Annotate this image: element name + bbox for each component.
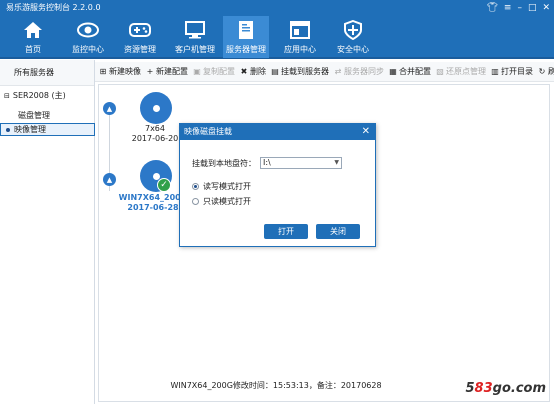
window-titlebar: 易乐游服务控制台 2.2.0.0 👕︎ ≡ – □ ✕ <box>0 0 554 16</box>
sidebar-item-image[interactable]: 映像管理 <box>6 124 46 135</box>
new-config-button[interactable]: + 新建配置 <box>146 66 188 77</box>
check-icon: ✓ <box>157 178 171 192</box>
close-icon[interactable]: ✕ <box>362 124 370 140</box>
refresh-button[interactable]: ↻刷新 <box>538 66 554 77</box>
nav-resources[interactable]: 资源管理 <box>117 16 163 58</box>
plus-icon: + <box>146 66 154 76</box>
delete-button[interactable]: ✖ 删除 <box>240 66 266 77</box>
nav-app-center[interactable]: 应用中心 <box>277 16 323 58</box>
nav-clients[interactable]: 客户机管理 <box>170 16 220 58</box>
image-toolbar: ⊞ 新建映像 + 新建配置 ▣ 复制配置 ✖ 删除 ▤ 挂载到服务器 ⇄ 服务器同步 ▦ 合并… <box>95 62 554 82</box>
sidebar-all-servers[interactable]: 所有服务器 <box>0 60 94 86</box>
mount-disk-dialog: 映像磁盘挂载 ✕ 挂载到本地盘符： I:\ ▼ 读写模式打开 只读模式打开 打开… <box>179 123 376 247</box>
shield-icon <box>342 20 364 40</box>
merge-icon: ▦ <box>389 66 397 76</box>
new-image-button[interactable]: ⊞ 新建映像 <box>99 66 141 77</box>
folder-icon: ▥ <box>491 66 499 76</box>
chevron-down-icon: ▼ <box>334 159 339 166</box>
close-icon[interactable]: ✕ <box>542 0 550 16</box>
eye-icon <box>77 20 99 40</box>
option-read-write[interactable]: 读写模式打开 <box>192 181 251 192</box>
nav-monitor-label: 监控中心 <box>72 45 104 54</box>
server-sidebar: 所有服务器 ⊟ SER2008 (主) 磁盘管理 映像管理 <box>0 60 95 404</box>
collapse-up-icon[interactable]: ▲ <box>103 102 116 115</box>
drive-letter-row: 挂载到本地盘符： I:\ ▼ <box>192 157 342 169</box>
bullet-icon <box>6 127 10 132</box>
sidebar-item-disk[interactable]: 磁盘管理 <box>18 110 50 121</box>
delete-icon: ✖ <box>240 66 248 76</box>
nav-app-center-label: 应用中心 <box>284 45 316 54</box>
window-controls: 👕︎ ≡ – □ ✕ <box>486 0 550 16</box>
nav-home[interactable]: 首页 <box>10 16 56 58</box>
restore-point-button[interactable]: ▧ 还原点管理 <box>436 66 486 77</box>
sidebar-item-image-label: 映像管理 <box>14 125 46 134</box>
mount-icon: ▤ <box>271 66 279 76</box>
disc-icon[interactable] <box>140 92 172 124</box>
collapse-up-icon[interactable]: ▲ <box>103 173 116 186</box>
nav-monitor[interactable]: 监控中心 <box>65 16 111 58</box>
refresh-icon: ↻ <box>538 66 546 76</box>
merge-config-button[interactable]: ▦ 合并配置 <box>389 66 431 77</box>
status-bar: WIN7X64_200G修改时间：15:53:13，备注：20170628 <box>170 381 382 390</box>
close-button[interactable]: 关闭 <box>316 224 360 239</box>
server-doc-icon <box>235 20 257 40</box>
open-dir-button[interactable]: ▥ 打开目录 <box>491 66 533 77</box>
app-title: 易乐游服务控制台 2.2.0.0 <box>6 3 101 12</box>
nav-server-management[interactable]: 服务器管理 <box>223 16 269 58</box>
home-icon <box>22 20 44 40</box>
nav-security-label: 安全中心 <box>337 45 369 54</box>
option-read-only[interactable]: 只读模式打开 <box>192 196 251 207</box>
nav-home-label: 首页 <box>25 45 41 54</box>
nav-security[interactable]: 安全中心 <box>330 16 376 58</box>
option-read-only-label: 只读模式打开 <box>203 197 251 206</box>
maximize-icon[interactable]: □ <box>528 0 537 16</box>
top-navigation: 首页 监控中心 资源管理 客户机管理 服务器管理 应用中心 安全中心 <box>0 16 554 59</box>
nav-clients-label: 客户机管理 <box>175 45 215 54</box>
drive-value: I:\ <box>263 158 271 167</box>
sync-icon: ⇄ <box>334 66 342 76</box>
image-name: WIN7X64_200G <box>118 193 188 202</box>
nav-server-management-label: 服务器管理 <box>226 45 266 54</box>
open-button[interactable]: 打开 <box>264 224 308 239</box>
image-date: 2017-06-28 <box>127 203 179 212</box>
collapse-icon[interactable]: ⊟ <box>4 92 10 100</box>
image-item-2[interactable]: WIN7X64_200G 2017-06-28 <box>118 193 188 213</box>
server-name: SER2008 (主) <box>12 91 66 100</box>
menu-icon[interactable]: ≡ <box>504 0 512 16</box>
radio-read-write[interactable] <box>192 183 199 190</box>
copy-icon: ▣ <box>193 66 201 76</box>
sidebar-server-node[interactable]: ⊟ SER2008 (主) <box>4 90 66 101</box>
app-window-icon <box>289 20 311 40</box>
dialog-title-bar: 映像磁盘挂载 ✕ <box>180 124 375 140</box>
drive-letter-select[interactable]: I:\ ▼ <box>260 157 342 169</box>
radio-read-only[interactable] <box>192 198 199 205</box>
monitor-icon <box>184 20 206 40</box>
watermark: 583go.com <box>465 381 547 396</box>
mount-server-button[interactable]: ▤ 挂载到服务器 <box>271 66 329 77</box>
nav-resources-label: 资源管理 <box>124 45 156 54</box>
minimize-icon[interactable]: – <box>517 0 522 16</box>
shirt-icon[interactable]: 👕︎ <box>486 0 497 16</box>
copy-config-button[interactable]: ▣ 复制配置 <box>193 66 235 77</box>
dialog-title: 映像磁盘挂载 <box>184 127 232 136</box>
server-sync-button[interactable]: ⇄ 服务器同步 <box>334 66 384 77</box>
option-read-write-label: 读写模式打开 <box>203 182 251 191</box>
add-image-icon: ⊞ <box>99 66 107 76</box>
gamepad-icon <box>129 20 151 40</box>
restore-icon: ▧ <box>436 66 444 76</box>
drive-label: 挂载到本地盘符： <box>192 158 256 168</box>
